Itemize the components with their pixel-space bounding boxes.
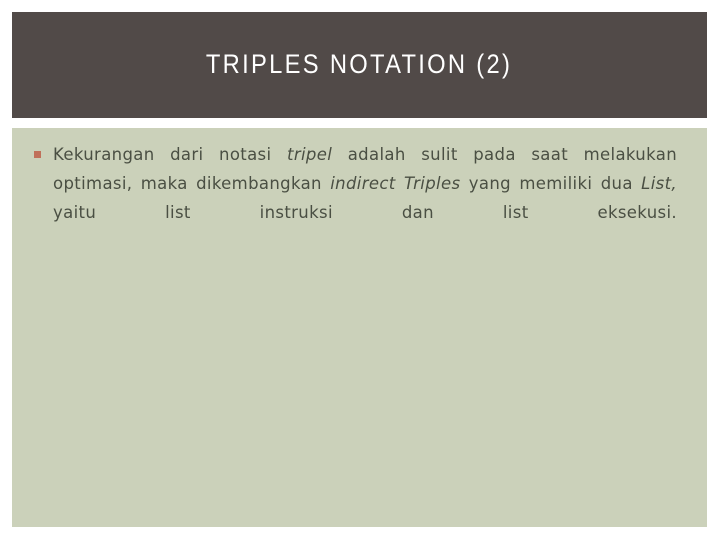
bullet-text-segment-4: indirect Triples (330, 174, 461, 193)
slide-content-panel: Kekurangan dari notasi tripel adalah sul… (12, 128, 707, 527)
list-item: Kekurangan dari notasi tripel adalah sul… (30, 140, 677, 256)
bullet-text-segment-5: yang memiliki dua (460, 174, 642, 193)
square-bullet-icon (34, 151, 41, 158)
bullet-text-segment-7: yaitu list instruksi dan list eksekusi. (53, 203, 677, 222)
bullet-text-segment-2: tripel (287, 145, 333, 164)
slide-title-band: TRIPLES NOTATION (2) (12, 12, 707, 118)
slide: TRIPLES NOTATION (2) Kekurangan dari not… (0, 0, 720, 540)
bullet-text-segment-1: Kekurangan dari notasi (53, 145, 287, 164)
page-title: TRIPLES NOTATION (2) (206, 49, 513, 80)
bullet-text-segment-6: List, (641, 174, 677, 193)
bullet-list: Kekurangan dari notasi tripel adalah sul… (30, 140, 677, 256)
